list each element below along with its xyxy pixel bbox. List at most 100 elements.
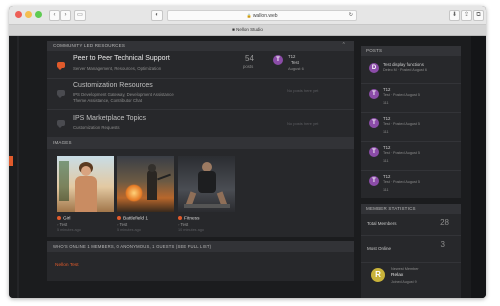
- image-thumbnail-fitness[interactable]: [178, 156, 235, 212]
- last-post-title[interactable]: Test: [291, 60, 299, 65]
- last-post-date: August 6: [288, 66, 304, 71]
- forum-subforums[interactable]: IPS Development Gateway, Development Ass…: [73, 92, 174, 97]
- total-members-value: 28: [440, 218, 449, 227]
- image-author[interactable]: ◦ Test: [117, 222, 127, 227]
- image-author[interactable]: ◦ Test: [57, 222, 67, 227]
- back-button[interactable]: ‹: [49, 10, 60, 21]
- forum-unread-icon: [57, 62, 65, 70]
- no-posts-label: No posts here yet: [287, 88, 319, 93]
- community-header: COMMUNITY LED RESOURCES ⌃: [47, 41, 354, 51]
- images-header-label: IMAGES: [53, 140, 72, 145]
- post-meta: Test · Posted August 5: [383, 180, 420, 184]
- share-button[interactable]: ⇪: [461, 10, 472, 21]
- tab-bar: ■ Nellon Studio: [9, 25, 486, 36]
- newest-member-label: Newest Member: [391, 267, 419, 271]
- image-author[interactable]: ◦ Test: [178, 222, 188, 227]
- member-statistics-panel: MEMBER STATISTICS Total Members 28 Most …: [361, 204, 461, 298]
- forum-title[interactable]: Peer to Peer Technical Support: [73, 55, 170, 62]
- image-thumbnail-girl[interactable]: [57, 156, 114, 212]
- image-time: 5 minutes ago: [57, 228, 81, 232]
- post-meta: Test · Posted August 5: [383, 122, 420, 126]
- post-author-avatar[interactable]: D: [369, 63, 379, 73]
- forum-post-count: 54: [245, 54, 254, 63]
- post-author-avatar[interactable]: T: [369, 118, 379, 128]
- post-author-avatar[interactable]: T: [369, 89, 379, 99]
- post-item[interactable]: T T12 Test · Posted August 5 111: [361, 142, 461, 170]
- new-indicator-icon: [117, 216, 121, 220]
- forward-button[interactable]: ›: [60, 10, 71, 21]
- image-title[interactable]: Battlefield 1: [117, 216, 148, 221]
- forum-row-technical-support[interactable]: Peer to Peer Technical Support Server Ma…: [47, 51, 354, 78]
- post-item[interactable]: T T12 Test · Posted August 5 111: [361, 171, 461, 198]
- newest-member-date: Joined August 9: [391, 280, 417, 284]
- post-excerpt: 111: [383, 101, 389, 105]
- lock-icon: 🔒: [246, 13, 252, 18]
- newest-member-name[interactable]: Relax: [391, 273, 403, 278]
- post-title[interactable]: T12: [383, 116, 390, 121]
- post-item[interactable]: D Test display functions Deleo M · Poste…: [361, 58, 461, 82]
- forum-row-customization-resources[interactable]: Customization Resources IPS Development …: [47, 79, 354, 109]
- whos-online-panel: WHO'S ONLINE 1 MEMBERS, 0 ANONYMOUS, 1 G…: [47, 241, 354, 281]
- post-title[interactable]: T12: [383, 87, 390, 92]
- post-item[interactable]: T T12 Test · Posted August 5 111: [361, 113, 461, 141]
- post-meta: Test · Posted August 5: [383, 93, 420, 97]
- active-tab[interactable]: ■ Nellon Studio: [9, 25, 486, 35]
- post-author-avatar[interactable]: T: [369, 147, 379, 157]
- page-content: COMMUNITY LED RESOURCES ⌃ Peer to Peer T…: [9, 36, 486, 298]
- post-title[interactable]: T12: [383, 174, 390, 179]
- new-tab-button[interactable]: ⧉: [473, 10, 484, 21]
- post-title[interactable]: T12: [383, 145, 390, 150]
- posts-panel: POSTS D Test display functions Deleo M ·…: [361, 46, 461, 198]
- sidebar-toggle-button[interactable]: ▭: [74, 10, 86, 21]
- forum-read-icon: [57, 120, 65, 128]
- post-author-avatar[interactable]: T: [369, 176, 379, 186]
- downloads-button[interactable]: ⬇: [449, 10, 460, 21]
- address-bar[interactable]: 🔒 wallon.web ↻: [167, 10, 357, 21]
- whos-online-header-label[interactable]: WHO'S ONLINE 1 MEMBERS, 0 ANONYMOUS, 1 G…: [53, 244, 211, 249]
- forum-subforums[interactable]: Theme Assistance, Contributor Chat: [73, 98, 142, 103]
- divider: [361, 262, 461, 263]
- most-online-value: 3: [440, 240, 445, 249]
- post-meta: Test · Posted August 5: [383, 151, 420, 155]
- last-poster-avatar[interactable]: T: [273, 55, 283, 65]
- images-header: IMAGES: [47, 137, 354, 149]
- online-member-link[interactable]: Nellon Test: [55, 263, 79, 268]
- sidebar-toggle-tab[interactable]: [9, 156, 13, 166]
- community-header-label: COMMUNITY LED RESOURCES: [53, 43, 126, 48]
- post-title[interactable]: Test display functions: [383, 62, 424, 67]
- privacy-icon[interactable]: ◐: [151, 10, 163, 21]
- posts-header: POSTS: [361, 46, 461, 56]
- post-item[interactable]: T T12 Test · Posted August 5 111: [361, 84, 461, 112]
- forum-row-marketplace-topics[interactable]: IPS Marketplace Topics Customization Req…: [47, 110, 354, 138]
- images-panel: IMAGES Girl ◦ Test 5 minutes ago Battlef…: [47, 137, 354, 237]
- close-window-button[interactable]: [15, 11, 22, 18]
- minimize-window-button[interactable]: [25, 11, 32, 18]
- post-excerpt: 111: [383, 188, 389, 192]
- new-indicator-icon: [57, 216, 61, 220]
- browser-window: ‹ › ▭ ◐ 🔒 wallon.web ↻ ⬇ ⇪ ⧉ ■ Nellon St…: [9, 6, 486, 298]
- most-online-label: Most Online: [367, 246, 392, 251]
- newest-member-avatar[interactable]: R: [371, 268, 385, 282]
- divider: [361, 235, 461, 236]
- image-thumbnail-battlefield[interactable]: [117, 156, 174, 212]
- maximize-window-button[interactable]: [35, 11, 42, 18]
- forum-post-count-label: posts: [243, 64, 254, 69]
- image-title[interactable]: Fitness: [178, 216, 199, 221]
- forum-read-icon: [57, 90, 65, 98]
- new-indicator-icon: [178, 216, 182, 220]
- user-icon: ◦: [178, 222, 180, 227]
- forum-subforums[interactable]: Server Management, Resources, Optimizati…: [73, 66, 161, 71]
- post-meta: Deleo M · Posted August 6: [383, 68, 427, 72]
- last-poster-name[interactable]: T12: [288, 54, 295, 59]
- browser-toolbar: ‹ › ▭ ◐ 🔒 wallon.web ↻ ⬇ ⇪ ⧉: [9, 6, 486, 25]
- scroll-track[interactable]: [471, 36, 486, 298]
- forum-title[interactable]: IPS Marketplace Topics: [73, 115, 146, 122]
- stats-header: MEMBER STATISTICS: [361, 204, 461, 214]
- forum-subforums[interactable]: Customization Requests: [73, 125, 120, 130]
- forum-title[interactable]: Customization Resources: [73, 82, 153, 89]
- image-title[interactable]: Girl: [57, 216, 70, 221]
- reload-icon[interactable]: ↻: [349, 11, 353, 20]
- collapse-icon[interactable]: ⌃: [342, 42, 346, 48]
- total-members-label: Total Members: [367, 221, 397, 226]
- user-icon: ◦: [117, 222, 119, 227]
